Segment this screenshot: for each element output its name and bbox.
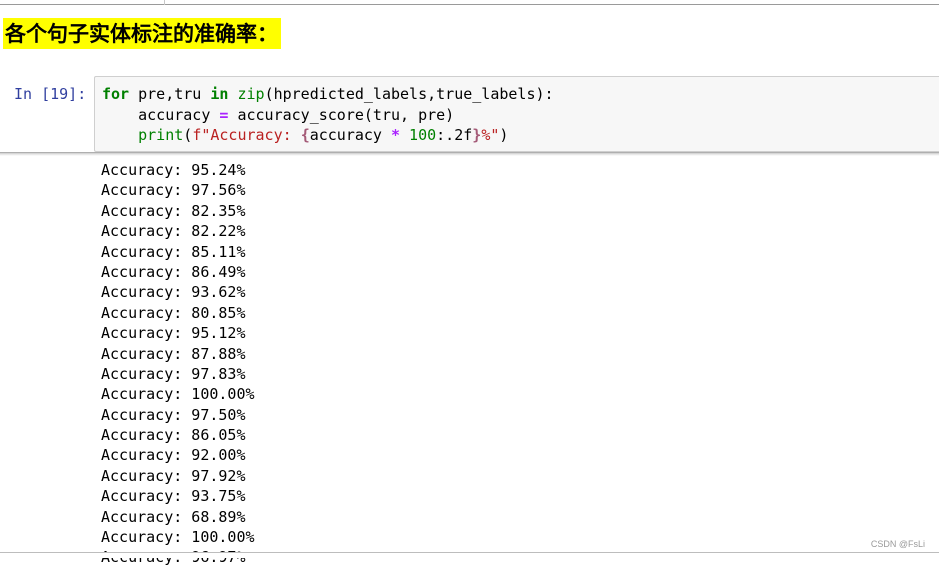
output-line: Accuracy: 86.49%	[101, 262, 246, 281]
bottom-clip	[0, 553, 939, 558]
output-line: Accuracy: 82.22%	[101, 222, 246, 241]
code-paren-open: (	[183, 126, 193, 144]
top-divider-tick	[164, 0, 165, 5]
output-line: Accuracy: 97.83%	[101, 364, 246, 383]
code-line-1: for pre,tru in zip(hpredicted_labels,tru…	[102, 85, 554, 103]
output-line: Accuracy: 100.00%	[101, 528, 255, 547]
output-line: Accuracy: 80.85%	[101, 303, 246, 322]
code-fstring-suffix: %"	[481, 126, 500, 144]
output-line: Accuracy: 87.88%	[101, 344, 246, 363]
cell-output[interactable]: Accuracy: 95.24% Accuracy: 97.56% Accura…	[101, 160, 255, 568]
code-interp-close: }	[472, 126, 482, 144]
code-cell-input[interactable]: for pre,tru in zip(hpredicted_labels,tru…	[94, 76, 939, 152]
output-line: Accuracy: 97.50%	[101, 405, 246, 424]
output-line: Accuracy: 68.89%	[101, 507, 246, 526]
code-zip-args: (hpredicted_labels,true_labels):	[264, 85, 554, 103]
code-accuracy-call: accuracy_score(tru, pre)	[228, 105, 455, 124]
code-paren-close: )	[499, 126, 509, 144]
output-scroll-shadow	[0, 152, 939, 156]
code-editor[interactable]: for pre,tru in zip(hpredicted_labels,tru…	[102, 84, 554, 146]
output-line: Accuracy: 93.75%	[101, 487, 246, 506]
code-interp-open: {	[300, 126, 310, 144]
top-divider	[0, 0, 939, 5]
code-line-3: print(f"Accuracy: {accuracy * 100:.2f}%"…	[102, 126, 508, 144]
code-line-2: accuracy = accuracy_score(tru, pre)	[102, 106, 454, 124]
code-format-spec: :.2f	[436, 126, 473, 144]
code-var-accuracy: accuracy	[138, 105, 220, 124]
output-line: Accuracy: 82.35%	[101, 201, 246, 220]
watermark: CSDN @FsLi	[870, 539, 925, 549]
output-line: Accuracy: 93.62%	[101, 283, 246, 302]
code-builtin-zip: zip	[237, 85, 265, 103]
output-line: Accuracy: 100.00%	[101, 385, 255, 404]
output-line: Accuracy: 92.00%	[101, 446, 246, 465]
output-line: Accuracy: 85.11%	[101, 242, 246, 261]
code-number-100: 100	[400, 126, 437, 144]
output-line: Accuracy: 95.24%	[101, 161, 246, 179]
cell-prompt: In [19]:	[14, 85, 87, 103]
output-line: Accuracy: 97.92%	[101, 466, 246, 485]
code-fstring-prefix: f"Accuracy:	[192, 126, 301, 144]
output-line: Accuracy: 86.05%	[101, 426, 246, 445]
section-heading: 各个句子实体标注的准确率：	[3, 18, 281, 49]
code-expr-var: accuracy	[309, 126, 391, 144]
code-operator-mul: *	[391, 126, 401, 144]
output-line: Accuracy: 95.12%	[101, 324, 246, 343]
code-keyword-for: for	[102, 85, 130, 103]
code-keyword-in: in	[210, 85, 229, 103]
output-line: Accuracy: 97.56%	[101, 181, 246, 200]
code-builtin-print: print	[138, 126, 184, 144]
code-loop-vars: pre,tru	[129, 85, 211, 103]
